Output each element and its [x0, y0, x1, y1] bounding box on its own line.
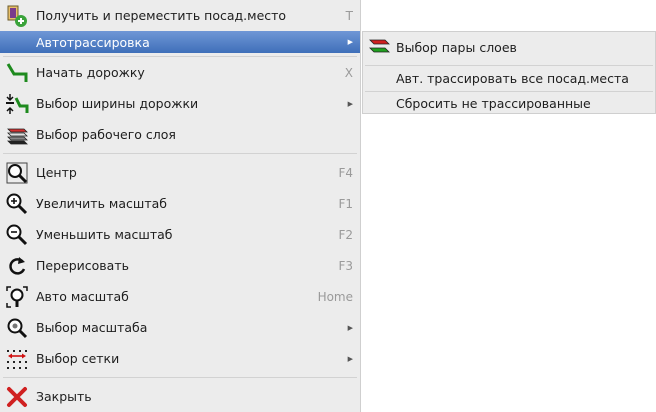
- zoom-in-icon: [5, 192, 29, 216]
- zoom-out-icon: [5, 223, 29, 247]
- submenu-item-label: Сбросить не трассированные: [396, 95, 591, 111]
- menu-item-zoom-in[interactable]: Увеличить масштаб F1: [0, 188, 360, 219]
- menu-item-track-width[interactable]: Выбор ширины дорожки ▶: [0, 88, 360, 119]
- context-menu: Получить и переместить посад.место T Авт…: [0, 0, 361, 412]
- menu-item-label: Авто масштаб: [36, 289, 129, 304]
- menu-item-autoroute[interactable]: Автотрассировка ▶: [0, 31, 360, 53]
- shortcut-label: F1: [338, 196, 353, 211]
- autoroute-submenu: Выбор пары слоев Авт. трассировать все п…: [362, 31, 656, 114]
- shortcut-label: X: [344, 65, 353, 80]
- close-icon: [5, 385, 29, 409]
- submenu-arrow-icon: ▶: [347, 99, 353, 108]
- menu-item-label: Выбор рабочего слоя: [36, 127, 176, 142]
- submenu-item-layer-pair[interactable]: Выбор пары слоев: [363, 34, 655, 60]
- shortcut-label: F3: [338, 258, 353, 273]
- submenu-item-label: Авт. трассировать все посад.места: [396, 70, 629, 86]
- menu-item-label: Автотрассировка: [36, 34, 150, 50]
- menu-item-label: Выбор ширины дорожки: [36, 96, 199, 111]
- menu-item-center[interactable]: Центр F4: [0, 157, 360, 188]
- submenu-arrow-icon: ▶: [347, 354, 353, 363]
- zoom-fit-icon: [5, 285, 29, 309]
- menu-item-label: Получить и переместить посад.место: [36, 8, 287, 23]
- menu-item-label: Увеличить масштаб: [36, 196, 167, 211]
- menu-item-zoom-out[interactable]: Уменьшить масштаб F2: [0, 219, 360, 250]
- track-width-icon: [5, 92, 29, 116]
- submenu-item-label: Выбор пары слоев: [396, 39, 517, 55]
- menu-item-label: Начать дорожку: [36, 65, 145, 80]
- submenu-item-reset-unrouted[interactable]: Сбросить не трассированные: [363, 92, 655, 114]
- menu-item-close[interactable]: Закрыть: [0, 381, 360, 412]
- separator: [3, 153, 357, 154]
- menu-item-label: Выбор сетки: [36, 351, 120, 366]
- menu-item-zoom-select[interactable]: Выбор масштаба ▶: [0, 312, 360, 343]
- menu-item-label: Выбор масштаба: [36, 320, 148, 335]
- separator: [365, 65, 653, 66]
- menu-item-label: Центр: [36, 165, 77, 180]
- shortcut-label: F4: [338, 165, 353, 180]
- submenu-arrow-icon: ▶: [347, 323, 353, 332]
- submenu-arrow-icon: ▶: [347, 38, 353, 46]
- menu-item-redraw[interactable]: Перерисовать F3: [0, 250, 360, 281]
- layers-icon: [5, 123, 29, 147]
- shortcut-label: T: [345, 8, 353, 23]
- grid-icon: [5, 347, 29, 371]
- layer-pair-icon: [368, 35, 392, 59]
- route-track-icon: [5, 61, 29, 85]
- menu-item-label: Уменьшить масштаб: [36, 227, 173, 242]
- shortcut-label: F2: [338, 227, 353, 242]
- redraw-icon: [5, 254, 29, 278]
- submenu-item-autoroute-all[interactable]: Авт. трассировать все посад.места: [363, 67, 655, 89]
- separator: [3, 377, 357, 378]
- footprint-move-icon: [5, 4, 29, 28]
- zoom-select-icon: [5, 316, 29, 340]
- menu-item-begin-track[interactable]: Начать дорожку X: [0, 57, 360, 88]
- menu-item-label: Закрыть: [36, 389, 92, 404]
- menu-item-grid-select[interactable]: Выбор сетки ▶: [0, 343, 360, 374]
- zoom-center-icon: [5, 161, 29, 185]
- menu-item-working-layer[interactable]: Выбор рабочего слоя: [0, 119, 360, 150]
- menu-item-zoom-auto[interactable]: Авто масштаб Home: [0, 281, 360, 312]
- menu-item-label: Перерисовать: [36, 258, 129, 273]
- menu-item-move-footprint[interactable]: Получить и переместить посад.место T: [0, 0, 360, 31]
- shortcut-label: Home: [317, 289, 353, 304]
